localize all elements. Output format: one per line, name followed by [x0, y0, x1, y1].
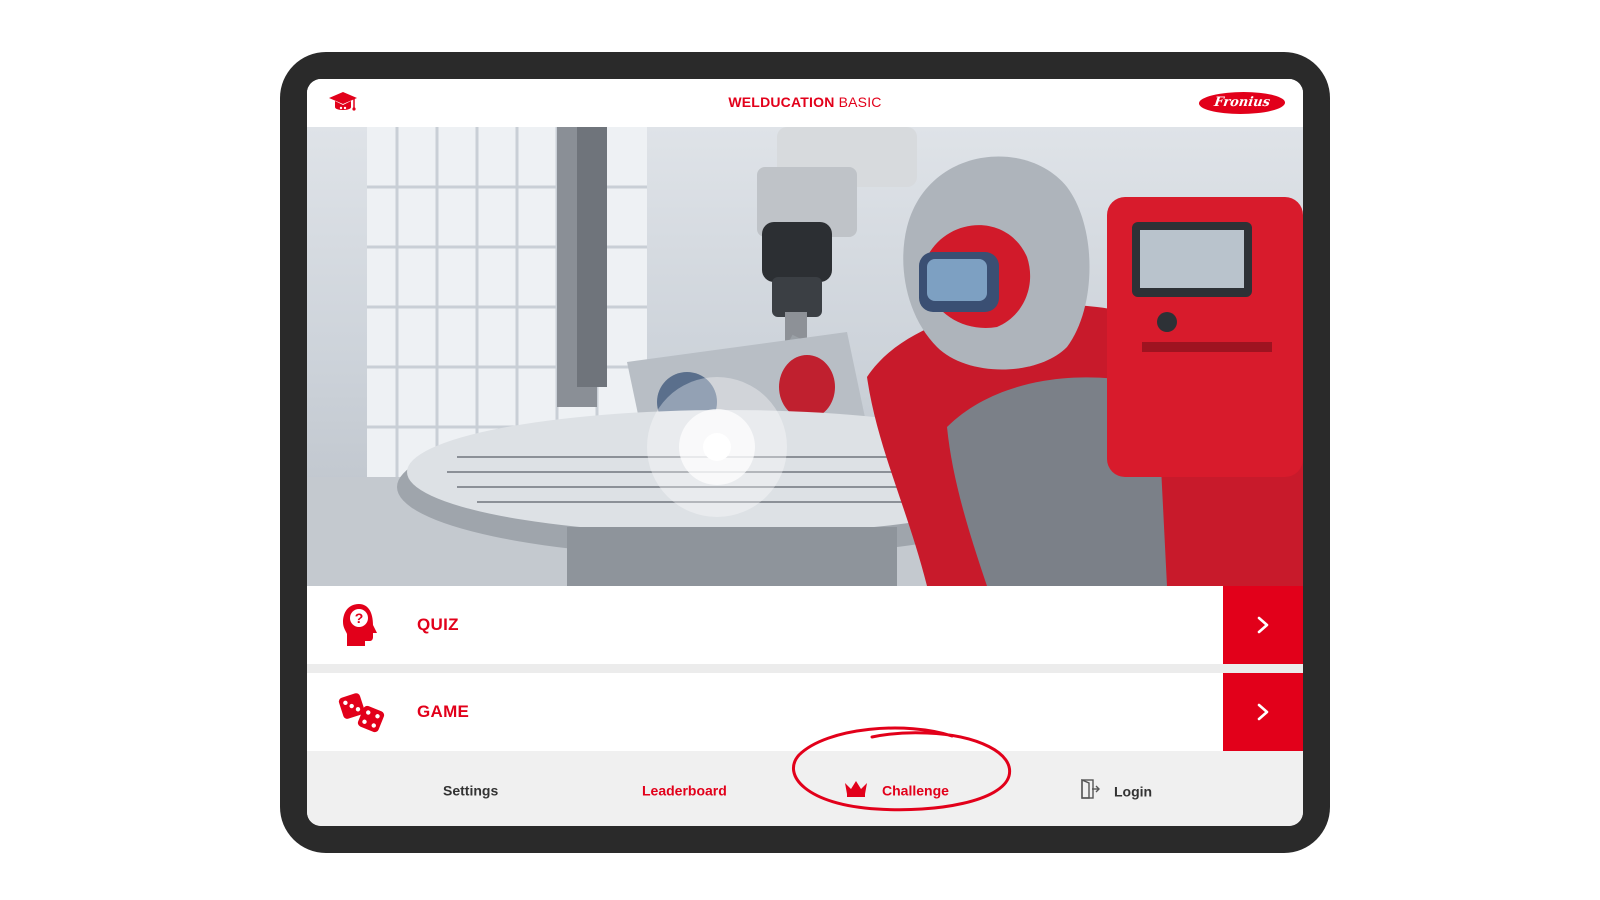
app-screen: WELDUCATION BASIC Fronius ? QUIZ GAME Se… — [307, 79, 1303, 826]
app-title-regular: BASIC — [834, 94, 882, 110]
nav-leaderboard-label: Leaderboard — [642, 782, 727, 799]
crown-icon — [844, 779, 868, 802]
nav-challenge[interactable]: Challenge — [844, 779, 949, 799]
quiz-open-button[interactable] — [1223, 586, 1303, 664]
nav-login[interactable]: Login — [1080, 778, 1153, 800]
hero-image-welding — [307, 127, 1303, 586]
game-open-button[interactable] — [1223, 673, 1303, 751]
bottom-nav: Settings Leaderboard Challenge Login — [307, 751, 1303, 826]
tablet-frame: WELDUCATION BASIC Fronius ? QUIZ GAME Se… — [280, 52, 1330, 853]
chevron-right-icon — [1257, 616, 1269, 634]
chevron-right-icon — [1257, 703, 1269, 721]
quiz-row[interactable]: ? QUIZ — [307, 586, 1303, 664]
nav-challenge-label: Challenge — [882, 782, 949, 799]
quiz-label: QUIZ — [417, 615, 459, 634]
fronius-logo: Fronius — [1197, 92, 1287, 114]
svg-text:?: ? — [355, 610, 364, 626]
row-divider — [307, 664, 1303, 673]
dice-icon — [337, 687, 387, 737]
game-label: GAME — [417, 702, 470, 721]
nav-settings[interactable]: Settings — [443, 779, 498, 799]
door-icon — [1080, 778, 1100, 804]
app-title: WELDUCATION BASIC — [307, 94, 1303, 110]
nav-settings-label: Settings — [443, 782, 499, 799]
app-title-bold: WELDUCATION — [728, 94, 835, 110]
app-header: WELDUCATION BASIC Fronius — [307, 79, 1303, 128]
nav-login-label: Login — [1114, 783, 1153, 800]
game-row[interactable]: GAME — [307, 673, 1303, 751]
head-question-icon: ? — [337, 600, 387, 650]
nav-leaderboard[interactable]: Leaderboard — [642, 779, 727, 799]
